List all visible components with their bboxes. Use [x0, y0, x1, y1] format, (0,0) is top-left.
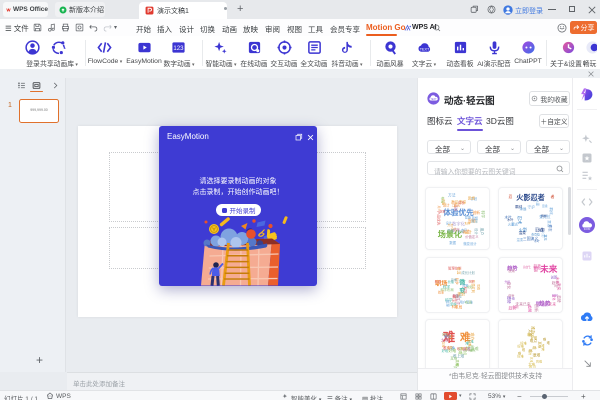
- svg-text:羁绊: 羁绊: [549, 207, 554, 215]
- svg-text:温柔: 温柔: [519, 230, 527, 235]
- svg-text:科学: 科学: [452, 304, 458, 309]
- svg-text:思想: 思想: [468, 196, 476, 201]
- svg-text:微变设计: 微变设计: [463, 241, 477, 246]
- svg-text:难: 难: [465, 340, 469, 345]
- svg-text:效率: 效率: [468, 279, 474, 284]
- svg-text:好难: 好难: [470, 345, 475, 352]
- svg-text:TEXT: TEXT: [430, 98, 437, 101]
- svg-text:木叶: 木叶: [534, 238, 540, 243]
- svg-text:设计: 设计: [451, 201, 456, 208]
- svg-text:成长计划: 成长计划: [461, 270, 475, 275]
- svg-text:未来: 未来: [549, 302, 557, 307]
- svg-text:布局: 布局: [465, 300, 472, 305]
- svg-text:管理: 管理: [445, 300, 450, 308]
- svg-text:效率: 效率: [438, 290, 444, 295]
- svg-text:时代: 时代: [552, 293, 558, 298]
- svg-text:创新: 创新: [512, 304, 518, 309]
- svg-text:浪潮: 浪潮: [508, 268, 515, 273]
- svg-text:生涯: 生涯: [456, 267, 461, 275]
- svg-text:难: 难: [547, 340, 551, 345]
- svg-text:科学: 科学: [435, 279, 441, 284]
- svg-text:时代: 时代: [554, 283, 560, 288]
- svg-text:永远: 永远: [520, 206, 527, 211]
- svg-text:科学: 科学: [480, 210, 485, 218]
- svg-text:创新: 创新: [472, 210, 480, 215]
- svg-text:升级: 升级: [509, 295, 515, 300]
- svg-text:目标: 目标: [455, 294, 462, 299]
- svg-text:用户: 用户: [479, 228, 484, 236]
- svg-text:意志: 意志: [548, 224, 553, 232]
- svg-text:者: 者: [551, 194, 555, 199]
- svg-text:好难: 好难: [517, 354, 524, 359]
- svg-text:浪潮: 浪潮: [533, 266, 538, 272]
- svg-text:查克拉: 查克拉: [531, 232, 540, 237]
- svg-text:木叶: 木叶: [507, 217, 514, 222]
- svg-text:思维: 思维: [476, 284, 481, 290]
- svg-text:温柔: 温柔: [517, 237, 524, 242]
- svg-text:忍: 忍: [509, 195, 513, 199]
- svg-text:意志: 意志: [511, 222, 518, 227]
- svg-text:思想: 思想: [472, 215, 478, 220]
- svg-text:科学: 科学: [465, 220, 471, 225]
- svg-text:火影忍者: 火影忍者: [516, 193, 545, 202]
- svg-text:趋势: 趋势: [528, 305, 533, 313]
- svg-text:难: 难: [541, 347, 545, 352]
- svg-text:很难: 很难: [458, 347, 463, 355]
- svg-text:创新: 创新: [551, 275, 558, 280]
- svg-text:设计: 设计: [446, 220, 452, 225]
- svg-text:布局: 布局: [461, 227, 467, 232]
- svg-text:效率: 效率: [439, 208, 445, 213]
- svg-text:ICON: ICON: [584, 227, 591, 231]
- svg-text:数据: 数据: [449, 240, 456, 245]
- svg-text:科学: 科学: [443, 284, 451, 289]
- svg-text:温柔: 温柔: [542, 203, 548, 208]
- svg-text:难点: 难点: [443, 346, 451, 351]
- svg-text:思维: 思维: [451, 277, 457, 282]
- svg-text:意志: 意志: [543, 234, 548, 240]
- svg-text:品牌: 品牌: [453, 227, 460, 232]
- svg-text:难办: 难办: [444, 333, 452, 338]
- svg-text:难: 难: [522, 347, 526, 352]
- svg-text:创新: 创新: [534, 304, 539, 312]
- svg-text:真难: 真难: [536, 359, 542, 364]
- svg-text:升级: 升级: [504, 279, 510, 284]
- svg-text:未来: 未来: [539, 263, 558, 274]
- svg-text:方法: 方法: [448, 192, 456, 197]
- svg-text:TEXT: TEXT: [420, 47, 430, 51]
- svg-text:火影: 火影: [536, 200, 541, 207]
- svg-text:难点: 难点: [530, 338, 538, 343]
- svg-text:时代: 时代: [523, 265, 531, 270]
- svg-text:火影: 火影: [538, 227, 546, 232]
- svg-text:价值: 价值: [441, 199, 446, 206]
- svg-text:设计: 设计: [474, 228, 479, 235]
- svg-text:羁绊: 羁绊: [541, 213, 547, 218]
- svg-text:123: 123: [173, 45, 184, 52]
- svg-text:守护: 守护: [527, 205, 535, 210]
